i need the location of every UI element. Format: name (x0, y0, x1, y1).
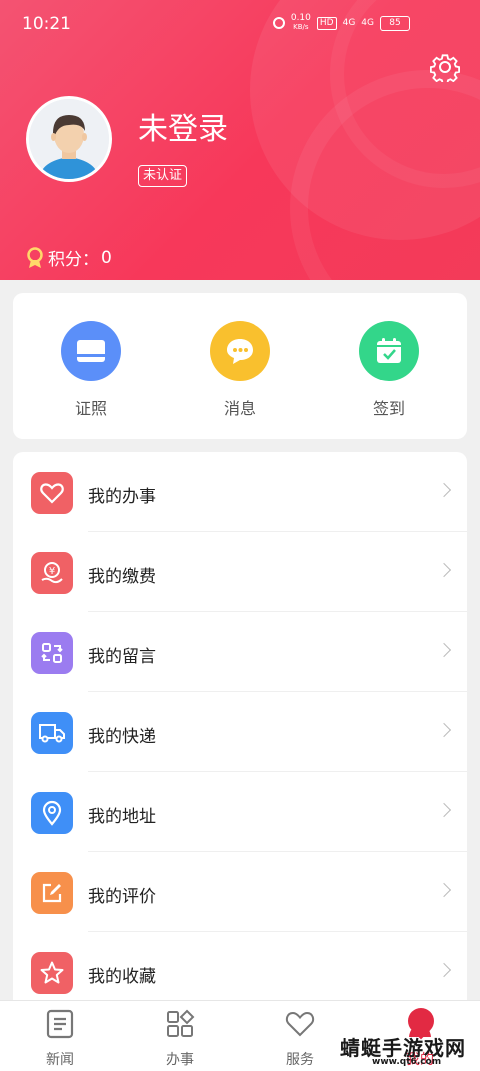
menu-item-label: 我的办事 (88, 487, 156, 507)
quick-action-label: 证照 (74, 399, 107, 418)
quick-action-messages[interactable]: 消息 (190, 321, 290, 419)
gear-icon[interactable] (430, 52, 460, 82)
tab-news[interactable]: 新闻 (20, 1009, 100, 1069)
signal-icon: 4G (361, 17, 374, 28)
net-speed-unit: KB/s (293, 23, 309, 31)
points-label: 积分： (48, 250, 99, 270)
chevron-right-icon (436, 482, 452, 498)
tab-label: 服务 (286, 1052, 314, 1068)
username[interactable]: 未登录 (138, 104, 228, 148)
news-icon (46, 1009, 74, 1039)
avatar[interactable] (26, 96, 112, 182)
quick-actions-card: 证照 消息 签到 (13, 293, 467, 439)
grid-icon (167, 1009, 195, 1037)
quick-action-checkin[interactable]: 签到 (339, 321, 439, 419)
chevron-right-icon (436, 642, 452, 658)
signal-icon: 4G (342, 17, 356, 28)
status-icons: 0.10 KB/s HD 4G 4G 85 (272, 14, 410, 32)
location-pin-icon (31, 792, 73, 834)
chevron-right-icon (436, 802, 452, 818)
certification-badge[interactable]: 未认证 (138, 165, 188, 187)
menu-item-label: 我的地址 (88, 807, 156, 827)
alarm-icon (272, 17, 285, 29)
tab-label: 办事 (166, 1052, 194, 1068)
points[interactable]: 积分： 0 (26, 245, 112, 270)
menu-item-my-deliveries[interactable]: 我的快递 (13, 692, 467, 772)
svg-text:¥: ¥ (49, 566, 55, 577)
yen-hand-icon: ¥ (31, 552, 73, 594)
net-speed: 0.10 KB/s (291, 14, 311, 32)
default-avatar-icon (29, 99, 109, 179)
net-speed-value: 0.10 (290, 13, 311, 23)
id-card-icon (61, 321, 121, 381)
points-value: 0 (101, 247, 112, 268)
truck-icon (31, 712, 73, 754)
quick-action-id-card[interactable]: 证照 (41, 321, 141, 419)
star-icon (31, 952, 73, 994)
message-swap-icon (31, 632, 73, 674)
watermark-url: www.qt6.com (372, 1057, 442, 1067)
tab-affairs[interactable]: 办事 (140, 1009, 220, 1069)
profile-header: 10:21 0.10 KB/s HD 4G 4G 85 未登录 未认证 积分： … (0, 0, 480, 280)
edit-icon (31, 872, 73, 914)
menu-item-label: 我的留言 (88, 647, 156, 667)
status-bar: 10:21 0.10 KB/s HD 4G 4G 85 (0, 0, 480, 48)
quick-action-label: 签到 (372, 399, 405, 418)
battery-level: 85 (389, 17, 401, 28)
battery-icon: 85 (380, 15, 410, 31)
hd-icon: HD (316, 16, 337, 30)
heart-outline-icon (285, 1011, 315, 1037)
menu-item-my-reviews[interactable]: 我的评价 (13, 852, 467, 932)
medal-icon (27, 246, 43, 268)
menu-item-label: 我的收藏 (88, 967, 156, 987)
menu-item-my-messages[interactable]: 我的留言 (13, 612, 467, 692)
tab-services[interactable]: 服务 (260, 1009, 340, 1069)
menu-item-label: 我的缴费 (88, 567, 156, 587)
tab-label: 新闻 (46, 1052, 74, 1068)
heart-icon (31, 472, 73, 514)
menu-item-my-payments[interactable]: ¥ 我的缴费 (13, 532, 467, 612)
menu-item-label: 我的快递 (88, 727, 156, 747)
chevron-right-icon (436, 562, 452, 578)
menu-list: 我的办事 ¥ 我的缴费 我的留言 我的快递 我的地址 我的评价 我的收藏 (13, 452, 467, 1012)
menu-item-my-addresses[interactable]: 我的地址 (13, 772, 467, 852)
chevron-right-icon (436, 962, 452, 978)
chat-bubble-icon (210, 321, 270, 381)
chevron-right-icon (436, 722, 452, 738)
quick-action-label: 消息 (223, 399, 256, 418)
chevron-right-icon (436, 882, 452, 898)
menu-item-my-affairs[interactable]: 我的办事 (13, 452, 467, 532)
calendar-check-icon (359, 321, 419, 381)
status-time: 10:21 (22, 14, 71, 34)
menu-item-label: 我的评价 (88, 887, 156, 907)
